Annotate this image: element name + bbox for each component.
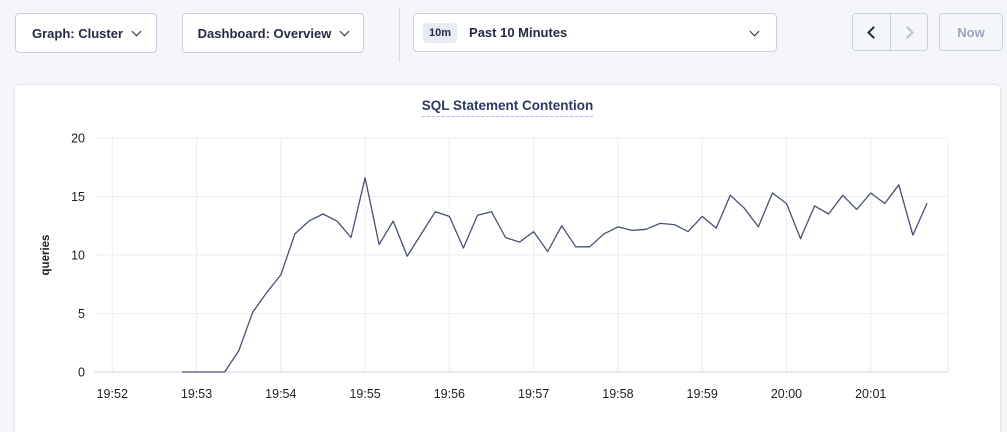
x-tick-label: 20:01	[855, 387, 886, 401]
contention-chart[interactable]: 0 5 10 15 20 19:52 19:53 19:54 19:55 19:56 19:57 19…	[15, 85, 1002, 425]
chevron-down-icon	[132, 26, 142, 36]
y-axis-title: queries	[40, 235, 52, 276]
toolbar-divider	[399, 7, 400, 62]
x-tick-label: 19:56	[434, 387, 465, 401]
chevron-down-icon	[340, 26, 350, 36]
time-shift-button-group	[852, 13, 928, 51]
chevron-left-icon	[867, 26, 880, 39]
x-tick-label: 20:00	[771, 387, 802, 401]
x-tick-label: 19:52	[97, 387, 128, 401]
y-tick-label: 10	[71, 249, 85, 263]
y-tick-label: 20	[71, 132, 85, 146]
time-range-selector[interactable]: 10m Past 10 Minutes	[413, 13, 777, 52]
graph-dropdown-label: Graph: Cluster	[32, 26, 123, 41]
chevron-right-icon	[901, 26, 914, 39]
time-window-badge: 10m	[423, 23, 457, 43]
shift-forward-button[interactable]	[890, 14, 927, 50]
shift-back-button[interactable]	[853, 14, 890, 50]
x-tick-label: 19:53	[181, 387, 212, 401]
data-line	[183, 178, 927, 372]
y-tick-label: 15	[71, 190, 85, 204]
dashboard-dropdown[interactable]: Dashboard: Overview	[182, 13, 364, 53]
time-window-label: Past 10 Minutes	[469, 25, 567, 40]
x-tick-label: 19:55	[349, 387, 380, 401]
now-button[interactable]: Now	[939, 13, 1003, 51]
graph-dropdown[interactable]: Graph: Cluster	[15, 13, 157, 53]
y-tick-label: 0	[78, 366, 85, 380]
x-tick-label: 19:59	[687, 387, 718, 401]
chevron-down-icon	[750, 26, 760, 36]
x-tick-label: 19:54	[265, 387, 296, 401]
x-tick-label: 19:58	[602, 387, 633, 401]
chart-card: SQL Statement Contention 0510152019:5219…	[14, 84, 1001, 432]
x-tick-label: 19:57	[518, 387, 549, 401]
dashboard-dropdown-label: Dashboard: Overview	[198, 26, 332, 41]
y-tick-label: 5	[78, 307, 85, 321]
